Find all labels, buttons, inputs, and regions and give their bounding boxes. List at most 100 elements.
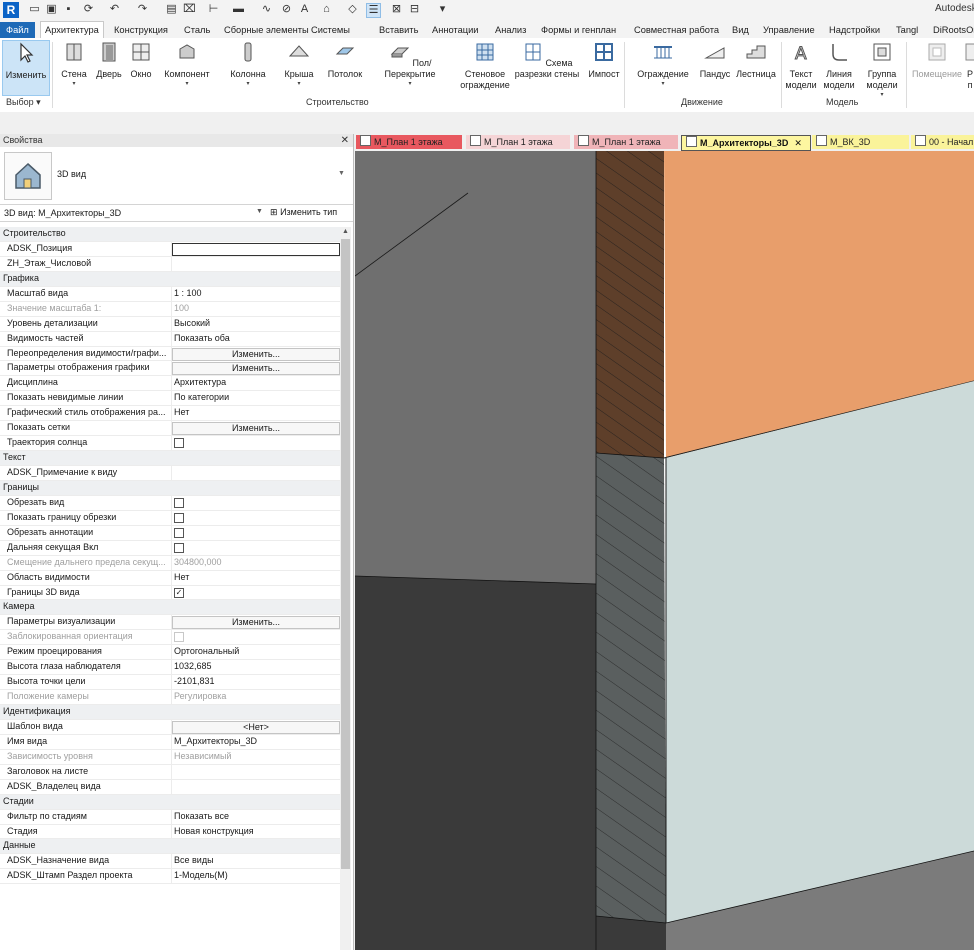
undo-icon[interactable]: ↶ (108, 3, 121, 16)
type-selector[interactable]: 3D вид ▼ (0, 148, 353, 205)
3d-view-icon[interactable]: ⌂ (320, 3, 333, 16)
chevron-down-icon[interactable]: ▼ (338, 170, 345, 177)
property-value[interactable]: Ортогональный (174, 646, 239, 656)
property-value[interactable]: Показать оба (174, 333, 230, 343)
model-text-button[interactable]: A Текст модели (784, 40, 818, 91)
tab-steel[interactable]: Сталь (184, 22, 210, 38)
model-line-button[interactable]: Линия модели (820, 40, 858, 91)
tab-view[interactable]: Вид (732, 22, 749, 38)
tab-massing[interactable]: Формы и генплан (541, 22, 616, 38)
property-checkbox[interactable] (174, 527, 184, 538)
property-group-header[interactable]: Камера (0, 600, 340, 616)
property-value[interactable]: 1-Модель(М) (174, 870, 228, 880)
property-group-header[interactable]: Идентификация (0, 705, 340, 720)
thin-lines-icon[interactable]: ▬ (232, 3, 245, 16)
tab-collaborate[interactable]: Совместная работа (634, 22, 719, 38)
property-value[interactable]: Показать все (174, 811, 229, 821)
tab-diroots[interactable]: DiRootsOn (933, 22, 974, 38)
align-icon[interactable]: ⊘ (280, 3, 293, 16)
view-tab[interactable]: М_План 1 этажа (356, 135, 462, 149)
chevron-down-icon[interactable]: ▼ (256, 208, 263, 215)
property-group-header[interactable]: Границы (0, 480, 340, 496)
property-value[interactable]: Архитектура (174, 377, 226, 387)
tab-addins[interactable]: Надстройки (829, 22, 880, 38)
property-value[interactable]: Новая конструкция (174, 826, 254, 836)
ramp-button[interactable]: Пандус (697, 40, 733, 80)
property-group-header[interactable]: Стадии (0, 794, 340, 810)
property-checkbox[interactable] (174, 542, 184, 553)
scroll-up-icon[interactable]: ▲ (342, 228, 349, 235)
save-icon[interactable]: ▪ (62, 3, 75, 16)
dimension-icon[interactable]: ⊢ (207, 3, 220, 16)
property-value[interactable]: Все виды (174, 855, 214, 865)
tab-systems[interactable]: Системы (311, 22, 350, 38)
property-group-header[interactable]: Строительство (0, 227, 340, 242)
dropdown-arrow-icon[interactable]: ▾ (860, 91, 904, 99)
dropdown-arrow-icon[interactable]: ▾ (280, 80, 318, 88)
folder-icon[interactable]: ▣ (45, 3, 58, 16)
edit-button[interactable]: Изменить... (172, 362, 340, 376)
thin-lines-toggle-icon[interactable]: ☰ (366, 3, 381, 18)
edit-button[interactable]: Изменить... (172, 422, 340, 436)
property-checkbox[interactable] (174, 438, 184, 449)
property-checkbox[interactable] (174, 497, 184, 508)
tab-file[interactable]: Файл (0, 22, 35, 38)
tab-analyze[interactable]: Анализ (495, 22, 526, 38)
wall-button[interactable]: Стена ▾ (56, 40, 92, 88)
window-button[interactable]: Окно (127, 40, 155, 80)
view-tab[interactable]: 00 - Начал (911, 135, 974, 149)
mullion-button[interactable]: Импост (585, 40, 623, 80)
text-icon[interactable]: A (298, 3, 311, 16)
3d-view-canvas[interactable] (355, 151, 974, 950)
property-group-header[interactable]: Данные (0, 839, 340, 855)
property-group-header[interactable]: Текст (0, 451, 340, 466)
curtain-wall-button[interactable]: Стеновое ограждение (456, 40, 514, 91)
roof-button[interactable]: Крыша ▾ (280, 40, 318, 88)
tag-icon[interactable]: ∿ (260, 3, 273, 16)
tab-annotate[interactable]: Аннотации (432, 22, 478, 38)
switch-windows-icon[interactable]: ⊟ (408, 3, 421, 16)
open-icon[interactable]: ▭ (28, 3, 41, 16)
property-value[interactable]: Нет (174, 407, 189, 417)
view-tab-active[interactable]: М_Архитекторы_3D ✕ (681, 135, 811, 151)
properties-scrollbar[interactable]: ▲ (340, 227, 351, 950)
redo-icon[interactable]: ↷ (136, 3, 149, 16)
dropdown-arrow-icon[interactable]: ▾ (56, 80, 92, 88)
customize-icon[interactable]: ▾ (436, 3, 449, 16)
select-panel-label[interactable]: Выбор ▾ (6, 97, 41, 108)
curtain-grid-button[interactable]: Схема разрезки стены (512, 40, 582, 80)
column-button[interactable]: Колонна ▾ (222, 40, 274, 88)
edit-button[interactable]: Изменить... (172, 616, 340, 630)
property-value-input[interactable] (172, 242, 340, 256)
close-tab-icon[interactable]: ✕ (794, 138, 802, 148)
edit-button[interactable]: <Нет> (172, 720, 340, 734)
property-value[interactable]: Нет (174, 572, 189, 582)
property-value[interactable]: М_Архитекторы_3D (174, 736, 257, 746)
view-tab[interactable]: М_План 1 этажа (466, 135, 570, 149)
property-checkbox[interactable]: ✓ (174, 587, 184, 598)
revit-logo-icon[interactable]: R (3, 2, 19, 18)
component-button[interactable]: Компонент ▾ (160, 40, 214, 88)
door-button[interactable]: Дверь (92, 40, 126, 80)
tab-tangl[interactable]: Tangl (896, 22, 918, 38)
ceiling-button[interactable]: Потолок (323, 40, 367, 80)
tab-structure[interactable]: Конструкция (114, 22, 168, 38)
close-icon[interactable]: ✕ (341, 134, 349, 147)
print-icon[interactable]: ▤ (165, 3, 178, 16)
tab-manage[interactable]: Управление (763, 22, 815, 38)
view-tab[interactable]: М_ВК_3D (812, 135, 909, 149)
property-value[interactable]: Высокий (174, 318, 210, 328)
sync-icon[interactable]: ⟳ (82, 3, 95, 16)
edit-type-button[interactable]: ⊞ Изменить тип (270, 207, 337, 218)
dropdown-arrow-icon[interactable]: ▾ (370, 80, 450, 88)
property-value[interactable]: -2101,831 (174, 676, 215, 686)
ribbon-overflow[interactable]: Р п (964, 40, 974, 91)
dropdown-arrow-icon[interactable]: ▾ (632, 80, 694, 88)
scrollbar-thumb[interactable] (341, 239, 350, 869)
close-hidden-icon[interactable]: ⊠ (390, 3, 403, 16)
edit-button[interactable]: Изменить... (172, 347, 340, 361)
section-icon[interactable]: ◇ (346, 3, 359, 16)
floor-button[interactable]: Пол/Перекрытие ▾ (370, 40, 450, 88)
railing-button[interactable]: Ограждение ▾ (632, 40, 694, 88)
tab-insert[interactable]: Вставить (379, 22, 418, 38)
